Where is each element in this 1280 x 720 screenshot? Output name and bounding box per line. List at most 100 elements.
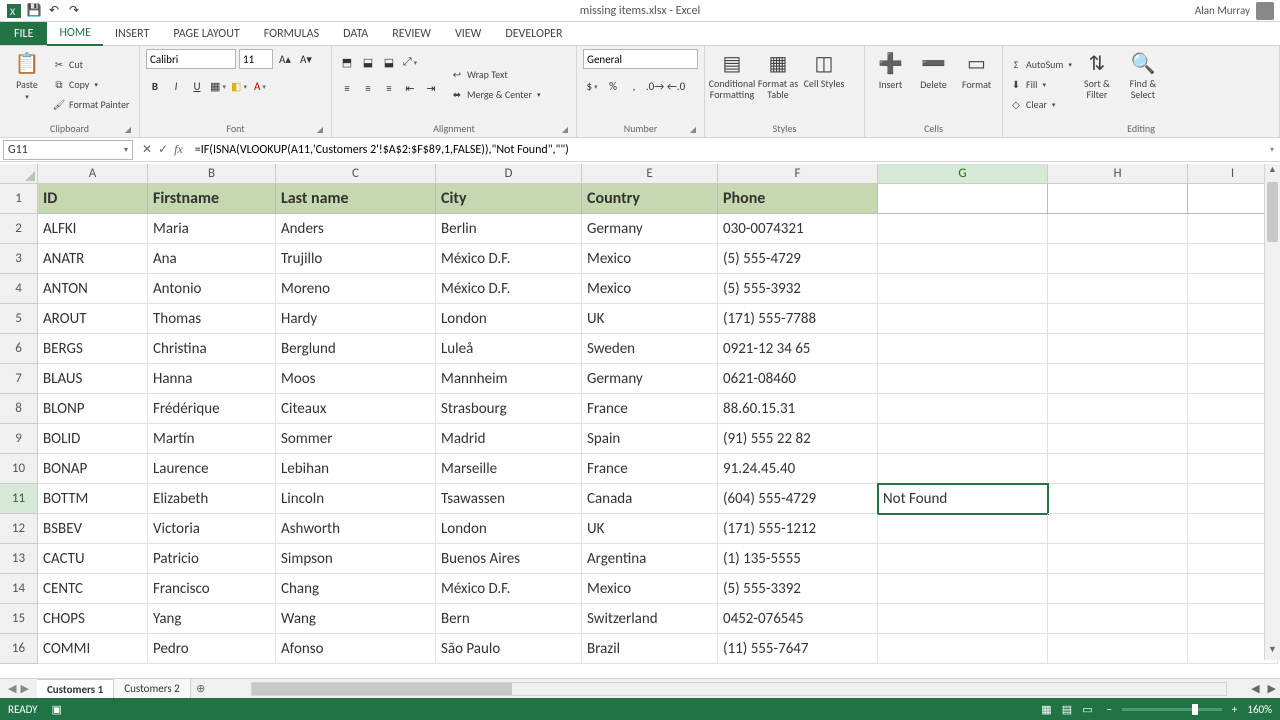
cell[interactable]: BONAP (38, 454, 148, 484)
underline-button[interactable]: U (188, 77, 206, 95)
cell[interactable] (1048, 544, 1188, 574)
align-middle-icon[interactable]: ⬓ (359, 53, 377, 71)
cell[interactable] (1048, 514, 1188, 544)
cell[interactable] (878, 244, 1048, 274)
cell[interactable] (1048, 214, 1188, 244)
increase-indent-icon[interactable]: ⇥ (422, 79, 440, 97)
user-name[interactable]: Alan Murray (1195, 4, 1250, 17)
cell[interactable]: Brazil (582, 634, 718, 664)
cell[interactable]: (5) 555-3392 (718, 574, 878, 604)
cell[interactable]: France (582, 394, 718, 424)
column-header[interactable]: F (718, 164, 878, 184)
border-button[interactable]: ▦ (209, 77, 227, 95)
cell[interactable]: Marseille (436, 454, 582, 484)
cell[interactable]: Berglund (276, 334, 436, 364)
zoom-out-icon[interactable]: − (1106, 703, 1111, 716)
cell[interactable] (878, 604, 1048, 634)
cell[interactable]: Francisco (148, 574, 276, 604)
font-color-button[interactable]: A (251, 77, 269, 95)
cell[interactable]: CHOPS (38, 604, 148, 634)
cell[interactable]: Afonso (276, 634, 436, 664)
format-as-table-button[interactable]: ▦Format as Table (757, 49, 799, 120)
cell[interactable]: Mannheim (436, 364, 582, 394)
cell[interactable] (1048, 364, 1188, 394)
name-box[interactable]: G11▾ (3, 140, 133, 160)
launcher-icon[interactable]: ◢ (125, 125, 131, 135)
cell[interactable]: 91.24.45.40 (718, 454, 878, 484)
column-header[interactable]: D (436, 164, 582, 184)
cell[interactable]: (604) 555-4729 (718, 484, 878, 514)
row-header[interactable]: 6 (0, 334, 38, 364)
row-header[interactable]: 8 (0, 394, 38, 424)
increase-font-icon[interactable]: A▴ (276, 50, 294, 68)
cell[interactable]: 0921-12 34 65 (718, 334, 878, 364)
column-header[interactable]: H (1048, 164, 1188, 184)
column-header[interactable]: G (878, 164, 1048, 184)
undo-icon[interactable]: ↶ (46, 3, 62, 19)
row-header[interactable]: 15 (0, 604, 38, 634)
cell[interactable] (1048, 304, 1188, 334)
sheet-tab-customers-2[interactable]: Customers 2 (114, 679, 190, 699)
page-layout-view-icon[interactable]: ▤ (1058, 703, 1076, 716)
cell[interactable] (878, 454, 1048, 484)
decrease-indent-icon[interactable]: ⇤ (401, 79, 419, 97)
cell[interactable]: Hardy (276, 304, 436, 334)
cell[interactable] (1048, 454, 1188, 484)
cell[interactable]: Frédérique (148, 394, 276, 424)
merge-center-button[interactable]: ⬌Merge & Center▾ (450, 86, 541, 104)
cell[interactable]: 88.60.15.31 (718, 394, 878, 424)
cell[interactable]: Phone (718, 184, 878, 214)
cell[interactable] (878, 424, 1048, 454)
cell[interactable]: Patricio (148, 544, 276, 574)
cell[interactable]: Sweden (582, 334, 718, 364)
cell[interactable]: Bern (436, 604, 582, 634)
cell[interactable]: Lincoln (276, 484, 436, 514)
cell[interactable]: Chang (276, 574, 436, 604)
cell[interactable] (878, 184, 1048, 214)
comma-button[interactable]: , (625, 77, 643, 95)
cell[interactable]: London (436, 304, 582, 334)
cell[interactable]: BSBEV (38, 514, 148, 544)
fx-icon[interactable]: fx (174, 142, 183, 157)
horizontal-scrollbar[interactable] (251, 682, 1227, 696)
cell[interactable]: Madrid (436, 424, 582, 454)
scroll-left-icon[interactable]: ◀ (1247, 682, 1263, 695)
column-header[interactable]: C (276, 164, 436, 184)
launcher-icon[interactable]: ◢ (690, 125, 696, 135)
row-header[interactable]: 1 (0, 184, 38, 214)
macro-record-icon[interactable]: ▣ (52, 703, 62, 716)
wrap-text-button[interactable]: ↩Wrap Text (450, 66, 541, 84)
column-header[interactable]: A (38, 164, 148, 184)
vertical-scrollbar[interactable]: ▲ ▼ (1264, 164, 1280, 660)
number-format-select[interactable] (583, 49, 698, 69)
cell[interactable]: São Paulo (436, 634, 582, 664)
scroll-up-icon[interactable]: ▲ (1265, 164, 1280, 180)
tab-page-layout[interactable]: PAGE LAYOUT (161, 22, 251, 45)
cell[interactable]: Pedro (148, 634, 276, 664)
sheet-nav-next-icon[interactable]: ▶ (20, 682, 28, 695)
cell[interactable] (878, 364, 1048, 394)
cell[interactable]: Last name (276, 184, 436, 214)
normal-view-icon[interactable]: ▦ (1037, 703, 1055, 716)
cell[interactable]: London (436, 514, 582, 544)
page-break-view-icon[interactable]: ▭ (1078, 703, 1096, 716)
cell[interactable]: UK (582, 514, 718, 544)
cell[interactable] (878, 514, 1048, 544)
expand-formula-icon[interactable]: ▾ (1264, 145, 1280, 155)
cell[interactable] (1048, 634, 1188, 664)
cell[interactable] (878, 394, 1048, 424)
cell[interactable] (878, 574, 1048, 604)
cell[interactable]: Citeaux (276, 394, 436, 424)
tab-view[interactable]: VIEW (443, 22, 493, 45)
cell[interactable]: Lebihan (276, 454, 436, 484)
cell[interactable]: BOTTM (38, 484, 148, 514)
cell[interactable]: Thomas (148, 304, 276, 334)
italic-button[interactable]: I (167, 77, 185, 95)
bold-button[interactable]: B (146, 77, 164, 95)
cell[interactable]: Firstname (148, 184, 276, 214)
cell[interactable]: Argentina (582, 544, 718, 574)
cell[interactable]: Tsawassen (436, 484, 582, 514)
sort-filter-button[interactable]: ⇅Sort & Filter (1076, 49, 1118, 120)
cell[interactable]: Antonio (148, 274, 276, 304)
cell[interactable]: Laurence (148, 454, 276, 484)
